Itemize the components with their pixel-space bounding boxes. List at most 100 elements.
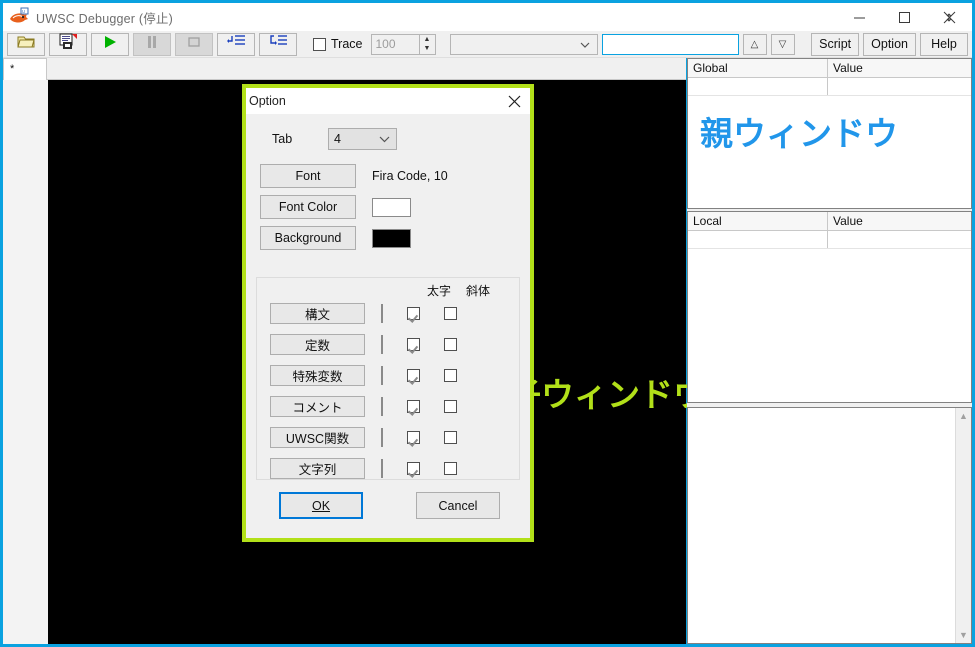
- syntax-constant-bold-checkbox[interactable]: [407, 338, 420, 351]
- syntax-string-swatch[interactable]: [381, 458, 383, 478]
- syntax-row-special-variable: 特殊変数: [270, 365, 457, 386]
- font-color-setting-row: Font Color: [260, 195, 411, 219]
- scroll-down-icon[interactable]: ▼: [959, 630, 968, 640]
- syntax-special-variable-bold-checkbox[interactable]: [407, 369, 420, 382]
- maximize-button[interactable]: [882, 3, 927, 31]
- option-button[interactable]: Option: [863, 32, 916, 56]
- option-dialog: Option Tab 4 Font Fira Code, 10 Font Col…: [242, 84, 534, 542]
- window-title: UWSC Debugger (停止): [36, 11, 173, 26]
- syntax-keyword-swatch[interactable]: [381, 303, 383, 323]
- syntax-uwsc-function-button[interactable]: UWSC関数: [270, 427, 365, 448]
- tab-size-select[interactable]: 4: [328, 128, 397, 150]
- pause-icon: [146, 35, 158, 54]
- background-color-swatch[interactable]: [372, 228, 411, 248]
- stepper-up-icon[interactable]: ▲: [420, 35, 435, 45]
- ok-button[interactable]: OK: [279, 492, 363, 519]
- table-row[interactable]: [688, 78, 971, 96]
- step-into-button[interactable]: [217, 32, 255, 56]
- syntax-comment-swatch[interactable]: [381, 396, 383, 416]
- global-header: Global Value: [688, 59, 971, 78]
- help-button[interactable]: Help: [920, 32, 968, 56]
- syntax-row-constant: 定数: [270, 334, 457, 355]
- script-button[interactable]: Script: [811, 32, 860, 56]
- cell-value: [828, 231, 971, 248]
- stepper-down-icon[interactable]: ▼: [420, 44, 435, 54]
- trace-count-stepper[interactable]: ▲ ▼: [418, 33, 436, 55]
- syntax-comment-bold-checkbox[interactable]: [407, 400, 420, 413]
- syntax-color-column-headers: 太字 斜体: [427, 282, 490, 299]
- search-prev-button[interactable]: △: [742, 33, 767, 55]
- local-col-name: Local: [688, 212, 828, 230]
- syntax-keyword-button[interactable]: 構文: [270, 303, 365, 324]
- toolbar-right-buttons: Script Option Help: [807, 32, 968, 56]
- trace-count-input[interactable]: 100: [370, 33, 419, 55]
- syntax-string-italic-checkbox[interactable]: [444, 462, 457, 475]
- syntax-uwsc-function-swatch[interactable]: [381, 427, 383, 447]
- syntax-keyword-bold-checkbox[interactable]: [407, 307, 420, 320]
- syntax-row-comment: コメント: [270, 396, 457, 417]
- syntax-uwsc-function-italic-checkbox[interactable]: [444, 431, 457, 444]
- parent-window-annotation: 親ウィンドウ: [700, 115, 898, 152]
- font-color-swatch[interactable]: [372, 197, 411, 217]
- syntax-row-uwsc-function: UWSC関数: [270, 427, 457, 448]
- local-header: Local Value: [688, 212, 971, 231]
- application-window: u UWSC Debugger (停止) Trace 100 ▲ ▼ △ ▽ S…: [0, 0, 975, 647]
- output-scrollbar[interactable]: ▲ ▼: [955, 408, 971, 643]
- trace-checkbox[interactable]: [313, 37, 326, 51]
- syntax-uwsc-function-bold-checkbox[interactable]: [407, 431, 420, 444]
- tab-size-value: 4: [334, 132, 341, 146]
- uwsc-app-icon: u: [8, 6, 30, 28]
- scroll-up-icon[interactable]: ▲: [959, 411, 968, 421]
- run-button[interactable]: [91, 32, 129, 56]
- output-panel[interactable]: ▲ ▼: [687, 407, 972, 644]
- cancel-button[interactable]: Cancel: [416, 492, 500, 519]
- syntax-special-variable-swatch[interactable]: [381, 365, 383, 385]
- font-color-button[interactable]: Font Color: [260, 195, 356, 219]
- close-button[interactable]: [927, 3, 972, 31]
- output-text[interactable]: [688, 408, 955, 643]
- folder-open-icon: [16, 34, 36, 55]
- save-file-button[interactable]: [49, 32, 87, 56]
- tab-setting-row: Tab 4: [272, 128, 397, 150]
- font-button[interactable]: Font: [260, 164, 356, 188]
- syntax-comment-button[interactable]: コメント: [270, 396, 365, 417]
- table-row[interactable]: [688, 231, 971, 249]
- option-close-button[interactable]: [498, 88, 530, 114]
- global-variables-panel[interactable]: Global Value 親ウィンドウ: [687, 58, 972, 209]
- stop-button[interactable]: [175, 32, 213, 56]
- play-icon: [103, 35, 117, 54]
- trace-label: Trace: [331, 37, 363, 51]
- variables-column: Global Value 親ウィンドウ Local Value ▲ ▼: [687, 58, 972, 644]
- syntax-constant-italic-checkbox[interactable]: [444, 338, 457, 351]
- editor-tab-unsaved[interactable]: *: [3, 58, 47, 80]
- syntax-special-variable-button[interactable]: 特殊変数: [270, 365, 365, 386]
- stop-icon: [187, 35, 201, 54]
- syntax-special-variable-italic-checkbox[interactable]: [444, 369, 457, 382]
- option-dialog-body: Tab 4 Font Fira Code, 10 Font Color Back…: [246, 114, 530, 538]
- pause-button[interactable]: [133, 32, 171, 56]
- child-window-annotation: 子ウィンドウ: [508, 376, 706, 413]
- global-col-name: Global: [688, 59, 828, 77]
- local-variables-panel[interactable]: Local Value: [687, 211, 972, 403]
- italic-column-header: 斜体: [466, 284, 491, 298]
- syntax-color-group: 太字 斜体 構文 定数 特殊変数 コメント UWSC関数 文字列: [256, 277, 520, 480]
- window-controls: [837, 3, 972, 31]
- local-col-value: Value: [833, 214, 863, 228]
- minimize-button[interactable]: [837, 3, 882, 31]
- background-button[interactable]: Background: [260, 226, 356, 250]
- search-next-button[interactable]: ▽: [770, 33, 795, 55]
- tab-label: Tab: [272, 132, 293, 146]
- syntax-constant-button[interactable]: 定数: [270, 334, 365, 355]
- procedure-combo[interactable]: [449, 33, 598, 55]
- step-into-icon: [226, 34, 246, 54]
- syntax-keyword-italic-checkbox[interactable]: [444, 307, 457, 320]
- syntax-comment-italic-checkbox[interactable]: [444, 400, 457, 413]
- step-over-button[interactable]: [259, 32, 297, 56]
- option-dialog-title: Option: [249, 94, 286, 108]
- syntax-string-button[interactable]: 文字列: [270, 458, 365, 479]
- syntax-string-bold-checkbox[interactable]: [407, 462, 420, 475]
- open-file-button[interactable]: [7, 32, 45, 56]
- syntax-constant-swatch[interactable]: [381, 334, 383, 354]
- chevron-down-icon: [379, 132, 390, 146]
- search-input[interactable]: [601, 33, 739, 55]
